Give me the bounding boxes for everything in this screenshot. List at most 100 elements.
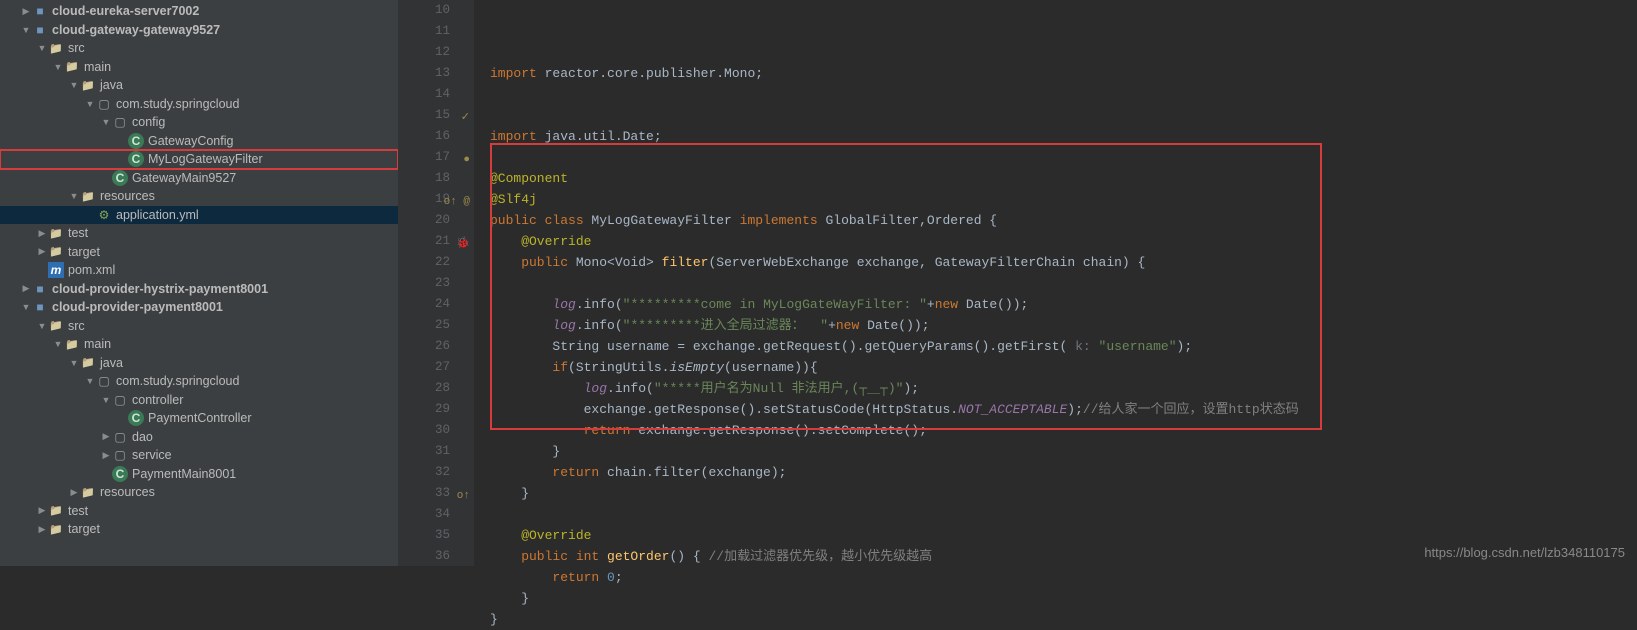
tree-arrow-icon[interactable]: ▼ <box>68 80 80 90</box>
code-line[interactable]: } <box>490 441 1637 462</box>
gutter-mark-icon: ● <box>463 150 470 171</box>
code-line[interactable]: @Override <box>490 525 1637 546</box>
code-area[interactable]: import reactor.core.publisher.Mono; impor… <box>474 0 1637 566</box>
tree-item[interactable]: ▼java <box>0 76 398 95</box>
tree-item[interactable]: PaymentController <box>0 409 398 428</box>
tree-item[interactable]: ▼com.study.springcloud <box>0 95 398 114</box>
folder-icon <box>64 59 80 75</box>
code-line[interactable]: } <box>490 609 1637 630</box>
tree-item[interactable]: ▼main <box>0 58 398 77</box>
tree-item[interactable]: ▼main <box>0 335 398 354</box>
code-line[interactable]: exchange.getResponse().setStatusCode(Htt… <box>490 399 1637 420</box>
tree-arrow-icon[interactable]: ▼ <box>36 321 48 331</box>
code-editor[interactable]: 101112131415✓1617●1819o↑ @2021🐞222324252… <box>398 0 1637 566</box>
code-line[interactable]: public Mono<Void> filter(ServerWebExchan… <box>490 252 1637 273</box>
tree-item[interactable]: GatewayMain9527 <box>0 169 398 188</box>
tree-arrow-icon[interactable]: ▶ <box>20 283 32 294</box>
tree-item[interactable]: ▶service <box>0 446 398 465</box>
tree-arrow-icon[interactable]: ▶ <box>36 505 48 516</box>
code-line[interactable]: @Component <box>490 168 1637 189</box>
tree-arrow-icon[interactable]: ▶ <box>36 228 48 239</box>
tree-arrow-icon[interactable]: ▼ <box>84 376 96 386</box>
tree-label: controller <box>132 393 183 407</box>
code-line[interactable] <box>490 84 1637 105</box>
tree-arrow-icon[interactable]: ▼ <box>100 117 112 127</box>
tree-item[interactable]: application.yml <box>0 206 398 225</box>
tree-arrow-icon[interactable]: ▼ <box>52 339 64 349</box>
tree-label: test <box>68 226 88 240</box>
line-number: 14 <box>398 84 450 105</box>
tree-arrow-icon[interactable]: ▼ <box>68 358 80 368</box>
tree-arrow-icon[interactable]: ▼ <box>100 395 112 405</box>
code-line[interactable]: public class MyLogGatewayFilter implemen… <box>490 210 1637 231</box>
tree-arrow-icon[interactable]: ▶ <box>36 524 48 535</box>
code-line[interactable]: import java.util.Date; <box>490 126 1637 147</box>
tree-label: GatewayConfig <box>148 134 233 148</box>
tree-item[interactable]: ▼ cloud-gateway-gateway9527 <box>0 21 398 40</box>
tree-arrow-icon[interactable]: ▼ <box>84 99 96 109</box>
tree-arrow-icon[interactable]: ▶ <box>100 450 112 461</box>
code-line[interactable] <box>490 147 1637 168</box>
folder-icon <box>80 484 96 500</box>
code-line[interactable] <box>490 273 1637 294</box>
tree-label: PaymentController <box>148 411 252 425</box>
tree-label: resources <box>100 485 155 499</box>
code-line[interactable]: import reactor.core.publisher.Mono; <box>490 63 1637 84</box>
tree-item[interactable]: ▶target <box>0 243 398 262</box>
code-line[interactable]: } <box>490 483 1637 504</box>
tree-arrow-icon[interactable]: ▼ <box>36 43 48 53</box>
tree-item[interactable]: ▼ controller <box>0 391 398 410</box>
tree-label: src <box>68 41 85 55</box>
folder-icon <box>80 355 96 371</box>
tree-item[interactable]: ▼ src <box>0 39 398 58</box>
tree-item[interactable]: ▼config <box>0 113 398 132</box>
tree-item[interactable]: ▶target <box>0 520 398 539</box>
tree-label: cloud-gateway-gateway9527 <box>52 23 220 37</box>
tree-arrow-icon[interactable]: ▼ <box>68 191 80 201</box>
tree-arrow-icon[interactable]: ▶ <box>68 487 80 498</box>
tree-label: application.yml <box>116 208 199 222</box>
tree-item[interactable]: MyLogGatewayFilter <box>0 150 398 169</box>
code-line[interactable]: } <box>490 588 1637 609</box>
code-line[interactable]: @Override <box>490 231 1637 252</box>
tree-item[interactable]: ▼src <box>0 317 398 336</box>
tree-arrow-icon[interactable]: ▼ <box>52 62 64 72</box>
code-line[interactable]: log.info("*********进入全局过滤器： "+new Date()… <box>490 315 1637 336</box>
tree-item[interactable]: pom.xml <box>0 261 398 280</box>
code-line[interactable]: return exchange.getResponse().setComplet… <box>490 420 1637 441</box>
tree-item[interactable]: ▶cloud-provider-hystrix-payment8001 <box>0 280 398 299</box>
tree-item[interactable]: PaymentMain8001 <box>0 465 398 484</box>
code-line[interactable]: log.info("*********come in MyLogGateWayF… <box>490 294 1637 315</box>
tree-item[interactable]: ▶test <box>0 502 398 521</box>
tree-item[interactable]: ▶dao <box>0 428 398 447</box>
line-number: 34 <box>398 504 450 525</box>
tree-item[interactable]: GatewayConfig <box>0 132 398 151</box>
tree-arrow-icon[interactable]: ▶ <box>20 6 32 17</box>
tree-item[interactable]: ▼cloud-provider-payment8001 <box>0 298 398 317</box>
tree-item[interactable]: ▶ resources <box>0 483 398 502</box>
tree-item[interactable]: ▼java <box>0 354 398 373</box>
tree-item[interactable]: ▶ test <box>0 224 398 243</box>
code-line[interactable] <box>490 504 1637 525</box>
line-number: 31 <box>398 441 450 462</box>
tree-arrow-icon[interactable]: ▶ <box>36 246 48 257</box>
pkg-icon <box>112 392 128 408</box>
project-tree[interactable]: ▶cloud-eureka-server7002 ▼ cloud-gateway-g… <box>0 0 398 566</box>
gutter: 101112131415✓1617●1819o↑ @2021🐞222324252… <box>398 0 474 566</box>
line-number: 32 <box>398 462 450 483</box>
tree-item[interactable]: ▶cloud-eureka-server7002 <box>0 2 398 21</box>
folder-icon <box>48 318 64 334</box>
code-line[interactable]: return chain.filter(exchange); <box>490 462 1637 483</box>
tree-arrow-icon[interactable]: ▶ <box>100 431 112 442</box>
code-line[interactable]: String username = exchange.getRequest().… <box>490 336 1637 357</box>
code-line[interactable]: if(StringUtils.isEmpty(username)){ <box>490 357 1637 378</box>
code-line[interactable]: log.info("*****用户名为Null 非法用户,(┬＿┬)"); <box>490 378 1637 399</box>
tree-arrow-icon[interactable]: ▼ <box>20 25 32 35</box>
code-line[interactable]: return 0; <box>490 567 1637 588</box>
code-line[interactable] <box>490 105 1637 126</box>
code-line[interactable]: @Slf4j <box>490 189 1637 210</box>
class-icon <box>112 466 128 482</box>
tree-item[interactable]: ▼resources <box>0 187 398 206</box>
tree-arrow-icon[interactable]: ▼ <box>20 302 32 312</box>
tree-item[interactable]: ▼com.study.springcloud <box>0 372 398 391</box>
